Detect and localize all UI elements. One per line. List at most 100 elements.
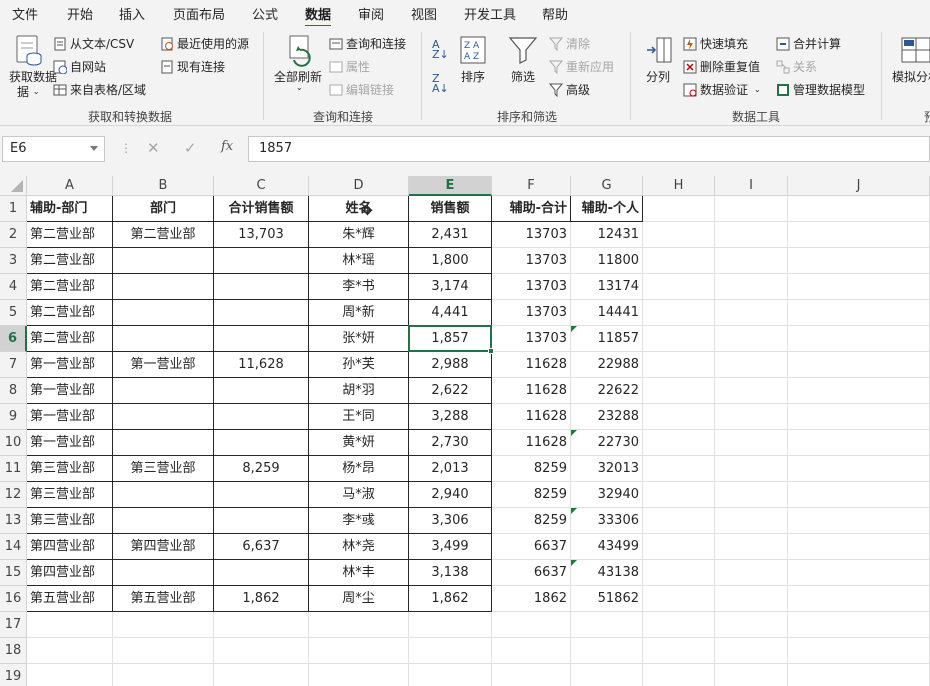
cell-e8[interactable]: 2,622	[409, 378, 492, 404]
sort-ascending-icon[interactable]: A Z↓	[432, 39, 449, 60]
cell-e6[interactable]: 1,857	[409, 326, 492, 352]
cell-a7[interactable]: 第一营业部	[27, 352, 113, 378]
cell-d18[interactable]	[309, 638, 409, 664]
cell-f5[interactable]: 13703	[492, 300, 571, 326]
cell-f3[interactable]: 13703	[492, 248, 571, 274]
cell-j3[interactable]	[788, 248, 930, 274]
cell-f9[interactable]: 11628	[492, 404, 571, 430]
cell-g5[interactable]: 14441	[571, 300, 643, 326]
name-box-dropdown-icon[interactable]	[90, 146, 98, 151]
cell-d12[interactable]: 马*淑	[309, 482, 409, 508]
name-box[interactable]: E6	[2, 136, 105, 162]
cell-h16[interactable]	[643, 586, 715, 612]
cell-j18[interactable]	[788, 638, 930, 664]
cell-a9[interactable]: 第一营业部	[27, 404, 113, 430]
cell-h6[interactable]	[643, 326, 715, 352]
cell-b8[interactable]	[113, 378, 214, 404]
cell-d5[interactable]: 周*新	[309, 300, 409, 326]
cell-j9[interactable]	[788, 404, 930, 430]
cell-e10[interactable]: 2,730	[409, 430, 492, 456]
cell-c8[interactable]	[214, 378, 309, 404]
row-header-18[interactable]: 18	[0, 638, 27, 664]
cell-h11[interactable]	[643, 456, 715, 482]
cell-i13[interactable]	[715, 508, 788, 534]
cell-e7[interactable]: 2,988	[409, 352, 492, 378]
cell-c7[interactable]: 11,628	[214, 352, 309, 378]
tab-view[interactable]: 视图	[411, 4, 437, 23]
refresh-all-button[interactable]	[284, 34, 316, 71]
cell-c15[interactable]	[214, 560, 309, 586]
row-header-11[interactable]: 11	[0, 456, 27, 482]
cell-a13[interactable]: 第三营业部	[27, 508, 113, 534]
cell-a14[interactable]: 第四营业部	[27, 534, 113, 560]
cell-c4[interactable]	[214, 274, 309, 300]
header-cell[interactable]: 辅助-合计	[492, 196, 571, 222]
cell-h18[interactable]	[643, 638, 715, 664]
cell-i10[interactable]	[715, 430, 788, 456]
cell-h8[interactable]	[643, 378, 715, 404]
data-validation-dropdown-icon[interactable]: ⌄	[754, 85, 761, 94]
cell-j15[interactable]	[788, 560, 930, 586]
advanced-filter-button[interactable]: 高级	[548, 81, 590, 98]
cell-e2[interactable]: 2,431	[409, 222, 492, 248]
cell-b10[interactable]	[113, 430, 214, 456]
cell-f2[interactable]: 13703	[492, 222, 571, 248]
cell-c19[interactable]	[214, 664, 309, 686]
cell-d7[interactable]: 孙*芙	[309, 352, 409, 378]
cell-j14[interactable]	[788, 534, 930, 560]
cell-d8[interactable]: 胡*羽	[309, 378, 409, 404]
cell-a10[interactable]: 第一营业部	[27, 430, 113, 456]
tab-review[interactable]: 审阅	[358, 4, 384, 23]
cell-c9[interactable]	[214, 404, 309, 430]
cell-i2[interactable]	[715, 222, 788, 248]
cell-j2[interactable]	[788, 222, 930, 248]
header-cell[interactable]: 部门	[113, 196, 214, 222]
cell-j19[interactable]	[788, 664, 930, 686]
header-cell[interactable]: 辅助-部门	[27, 196, 113, 222]
get-data-button[interactable]	[14, 34, 44, 71]
edit-links-button[interactable]: 编辑链接	[329, 81, 394, 98]
cell-e9[interactable]: 3,288	[409, 404, 492, 430]
cell-d19[interactable]	[309, 664, 409, 686]
column-header-g[interactable]: G	[571, 176, 643, 196]
cell-b12[interactable]	[113, 482, 214, 508]
cell-b2[interactable]: 第二营业部	[113, 222, 214, 248]
formula-input[interactable]: 1857	[248, 136, 930, 162]
tab-home[interactable]: 开始	[67, 4, 93, 23]
sort-button[interactable]: Z A A Z	[460, 36, 486, 67]
row-header-17[interactable]: 17	[0, 612, 27, 638]
cell-h4[interactable]	[643, 274, 715, 300]
cell-a2[interactable]: 第二营业部	[27, 222, 113, 248]
cell-i3[interactable]	[715, 248, 788, 274]
column-header-b[interactable]: B	[113, 176, 214, 196]
cell-i14[interactable]	[715, 534, 788, 560]
cell-a17[interactable]	[27, 612, 113, 638]
cell-f12[interactable]: 8259	[492, 482, 571, 508]
cell-g19[interactable]	[571, 664, 643, 686]
existing-connections-button[interactable]: 现有连接	[160, 58, 225, 75]
cell-i18[interactable]	[715, 638, 788, 664]
cell-c17[interactable]	[214, 612, 309, 638]
row-header-19[interactable]: 19	[0, 664, 27, 686]
cell-d2[interactable]: 朱*辉	[309, 222, 409, 248]
cell-d10[interactable]: 黄*妍	[309, 430, 409, 456]
cell-f15[interactable]: 6637	[492, 560, 571, 586]
cell-g14[interactable]: 43499	[571, 534, 643, 560]
tab-page-layout[interactable]: 页面布局	[173, 4, 225, 23]
cell-j6[interactable]	[788, 326, 930, 352]
row-header-3[interactable]: 3	[0, 248, 27, 274]
properties-button[interactable]: 属性	[329, 58, 370, 75]
cell-f18[interactable]	[492, 638, 571, 664]
cell-e14[interactable]: 3,499	[409, 534, 492, 560]
row-header-9[interactable]: 9	[0, 404, 27, 430]
cell-f16[interactable]: 1862	[492, 586, 571, 612]
enter-icon[interactable]: ✓	[184, 139, 197, 157]
what-if-label[interactable]: 模拟分析	[892, 68, 930, 85]
filter-button[interactable]	[508, 36, 538, 67]
cell-e11[interactable]: 2,013	[409, 456, 492, 482]
cell-b7[interactable]: 第一营业部	[113, 352, 214, 378]
cell-e13[interactable]: 3,306	[409, 508, 492, 534]
cell-g12[interactable]: 32940	[571, 482, 643, 508]
cell-h15[interactable]	[643, 560, 715, 586]
cell-d13[interactable]: 李*彧	[309, 508, 409, 534]
